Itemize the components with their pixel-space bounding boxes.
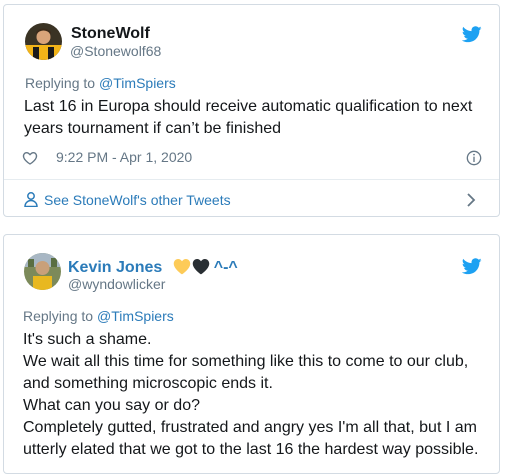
- tweet-text-line: Completely gutted, frustrated and angry …: [23, 419, 477, 436]
- display-name[interactable]: Kevin Jones: [68, 259, 162, 276]
- tweet-card[interactable]: Kevin Jones ^-^ @wyndowlicker Replying t…: [3, 234, 500, 474]
- timestamp[interactable]: 9:22 PM - Apr 1, 2020: [56, 149, 192, 165]
- avatar[interactable]: [24, 253, 61, 290]
- see-other-tweets-label[interactable]: See StoneWolf's other Tweets: [44, 192, 231, 208]
- divider: [4, 179, 499, 180]
- tweet-meta: 9:22 PM - Apr 1, 2020: [22, 148, 484, 168]
- tweet-text-line: and something microscopic ends it.: [23, 375, 273, 392]
- yellow-heart-icon: [173, 259, 190, 275]
- tweet-text-line: utterly elated that we got to the last 1…: [23, 441, 479, 458]
- tweet-text-line: What can you say or do?: [23, 397, 200, 414]
- handle[interactable]: @Stonewolf68: [70, 43, 161, 59]
- tweet-text-line: Last 16 in Europa should receive automat…: [24, 98, 473, 115]
- reply-prefix: Replying to: [23, 308, 94, 324]
- info-icon[interactable]: [466, 150, 482, 166]
- tweet-text-line: We wait all this time for something like…: [23, 353, 469, 370]
- handle[interactable]: @wyndowlicker: [68, 276, 165, 292]
- reply-prefix: Replying to: [25, 75, 96, 91]
- avatar[interactable]: [25, 23, 62, 60]
- black-heart-icon: [192, 259, 209, 275]
- twitter-logo-icon[interactable]: [462, 26, 482, 43]
- chevron-right-icon[interactable]: [466, 193, 476, 207]
- display-name-suffix[interactable]: ^-^: [214, 259, 238, 276]
- heart-icon[interactable]: [22, 150, 38, 166]
- reply-line: Replying to @TimSpiers: [23, 308, 178, 324]
- reply-line: Replying to @TimSpiers: [25, 75, 180, 91]
- tweet-text-line: It's such a shame.: [23, 331, 152, 348]
- reply-to-link[interactable]: @TimSpiers: [97, 308, 174, 324]
- tweet-text: It's such a shame. We wait all this time…: [23, 329, 498, 461]
- tweet-text: Last 16 in Europa should receive automat…: [24, 96, 494, 140]
- display-name[interactable]: StoneWolf: [71, 25, 150, 43]
- reply-to-link[interactable]: @TimSpiers: [99, 75, 176, 91]
- tweet-card[interactable]: StoneWolf @Stonewolf68 Replying to @TimSp…: [3, 4, 500, 217]
- tweet-text-line: years tournament if can’t be finished: [24, 120, 282, 137]
- display-name-row[interactable]: Kevin Jones ^-^: [68, 258, 238, 277]
- person-icon: [24, 192, 38, 207]
- twitter-logo-icon[interactable]: [462, 258, 482, 275]
